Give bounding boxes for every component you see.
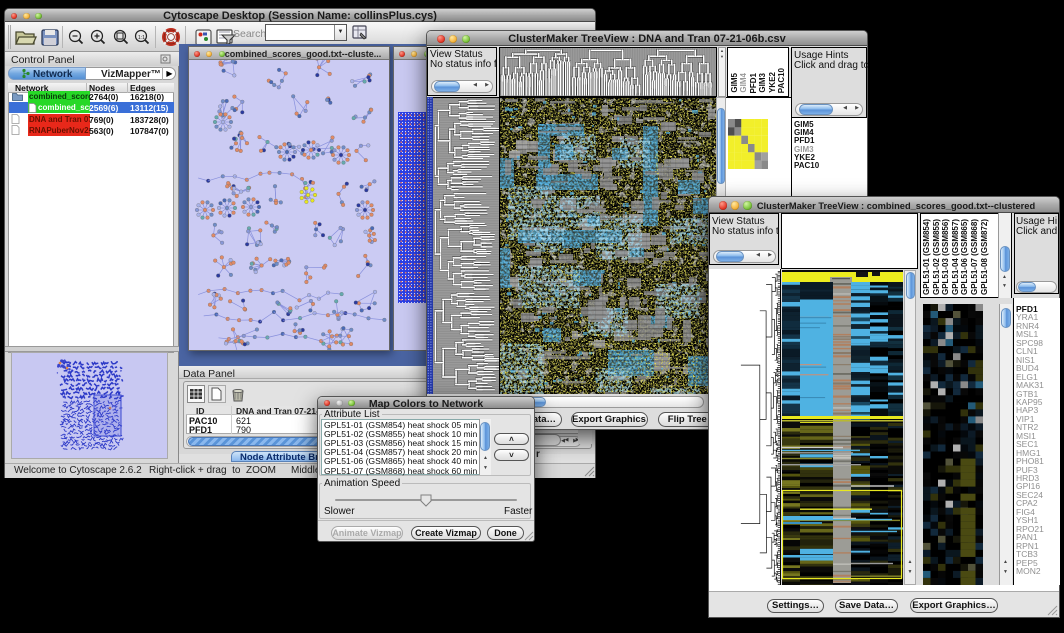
svg-text:1:1: 1:1 (138, 35, 145, 41)
